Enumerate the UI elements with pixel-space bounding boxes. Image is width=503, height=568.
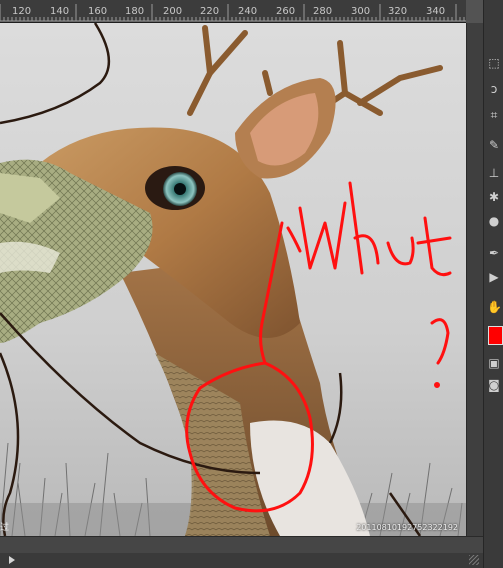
resize-grip-icon[interactable] xyxy=(469,555,479,565)
tools-panel: ⬚ ↄ ⌗ ✎ ⊥ ✱ ● ✒ ▶ ✋ ▣ ◙ xyxy=(483,0,503,568)
horizontal-ruler: 120 140 160 180 200 220 240 260 280 300 … xyxy=(0,0,466,23)
status-bar xyxy=(0,553,483,568)
ruler-label: 340 xyxy=(426,6,446,17)
image-watermark: 20110810192752322192 xyxy=(356,523,458,532)
ruler-label: 120 xyxy=(12,6,32,17)
ruler-label: 200 xyxy=(163,6,183,17)
ruler-label: 300 xyxy=(351,6,371,17)
ruler-label: 320 xyxy=(388,6,408,17)
hand-icon[interactable]: ✋ xyxy=(487,300,502,314)
path-select-icon[interactable]: ▶ xyxy=(487,270,501,284)
ruler-label: 260 xyxy=(276,6,296,17)
document-canvas[interactable]: 20110810192752322192 过 xyxy=(0,23,466,536)
pen-icon[interactable]: ✒ xyxy=(487,246,501,260)
ruler-label: 140 xyxy=(50,6,70,17)
swap-colors-icon[interactable]: ▣ xyxy=(487,356,501,370)
horizontal-scrollbar[interactable] xyxy=(0,536,483,554)
lasso-icon[interactable]: ↄ xyxy=(487,82,501,96)
marquee-icon[interactable]: ⬚ xyxy=(487,56,501,70)
ruler-label: 160 xyxy=(88,6,108,17)
ruler-label: 280 xyxy=(313,6,333,17)
ruler-label: 220 xyxy=(200,6,220,17)
ruler-label: 240 xyxy=(238,6,258,17)
dodge-icon[interactable]: ● xyxy=(487,214,501,228)
corner-caption: 过 xyxy=(0,523,10,533)
clone-stamp-icon[interactable]: ⊥ xyxy=(487,166,501,180)
blur-icon[interactable]: ✱ xyxy=(487,190,501,204)
ruler-label: 180 xyxy=(125,6,145,17)
healing-brush-icon[interactable]: ✎ xyxy=(487,138,501,152)
composite-deer-image[interactable] xyxy=(0,23,466,536)
quick-mask-icon[interactable]: ◙ xyxy=(487,378,501,392)
vertical-scrollbar[interactable] xyxy=(466,23,484,536)
crop-icon[interactable]: ⌗ xyxy=(487,108,501,122)
foreground-color-swatch[interactable] xyxy=(488,326,503,345)
play-icon[interactable] xyxy=(9,556,15,564)
